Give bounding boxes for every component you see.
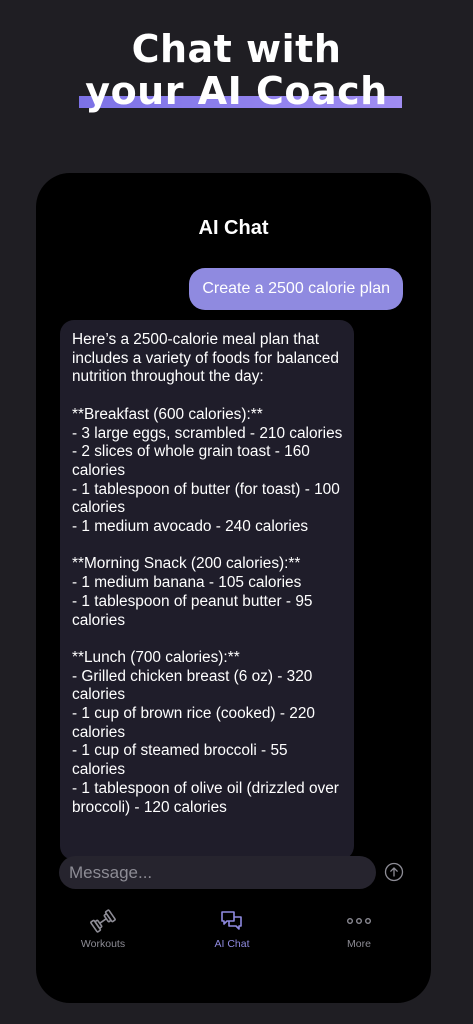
tab-more[interactable]: More (309, 908, 409, 950)
tab-more-label: More (347, 938, 371, 950)
tab-workouts[interactable]: Workouts (53, 908, 153, 950)
tab-ai-chat[interactable]: AI Chat (182, 908, 282, 950)
user-message-text: Create a 2500 calorie plan (202, 280, 390, 297)
promo-line-2: your AI Coach (85, 69, 388, 113)
promo-headline: Chat with your AI Coach (0, 28, 473, 112)
promo-line-2-wrap: your AI Coach (79, 69, 402, 113)
page-title: AI Chat (198, 217, 269, 239)
user-message-bubble: Create a 2500 calorie plan (189, 268, 403, 310)
assistant-message-bubble[interactable]: Here’s a 2500-calorie meal plan that inc… (60, 320, 354, 860)
promo-line-1: Chat with (131, 27, 342, 71)
tab-ai-chat-label: AI Chat (214, 938, 250, 950)
more-dots-icon (347, 917, 372, 924)
send-arrow-up-icon[interactable] (384, 862, 404, 882)
message-composer[interactable] (59, 856, 376, 889)
chat-bubbles-icon (221, 911, 242, 930)
dumbbell-icon (90, 909, 116, 933)
phone-screen: AI Chat Create a 2500 calorie plan Here’… (36, 173, 431, 1003)
assistant-message-text: Here’s a 2500-calorie meal plan that inc… (72, 331, 343, 816)
message-input[interactable] (67, 861, 361, 884)
tab-workouts-label: Workouts (80, 938, 126, 950)
tab-bar: Workouts AI Chat More (36, 908, 431, 968)
